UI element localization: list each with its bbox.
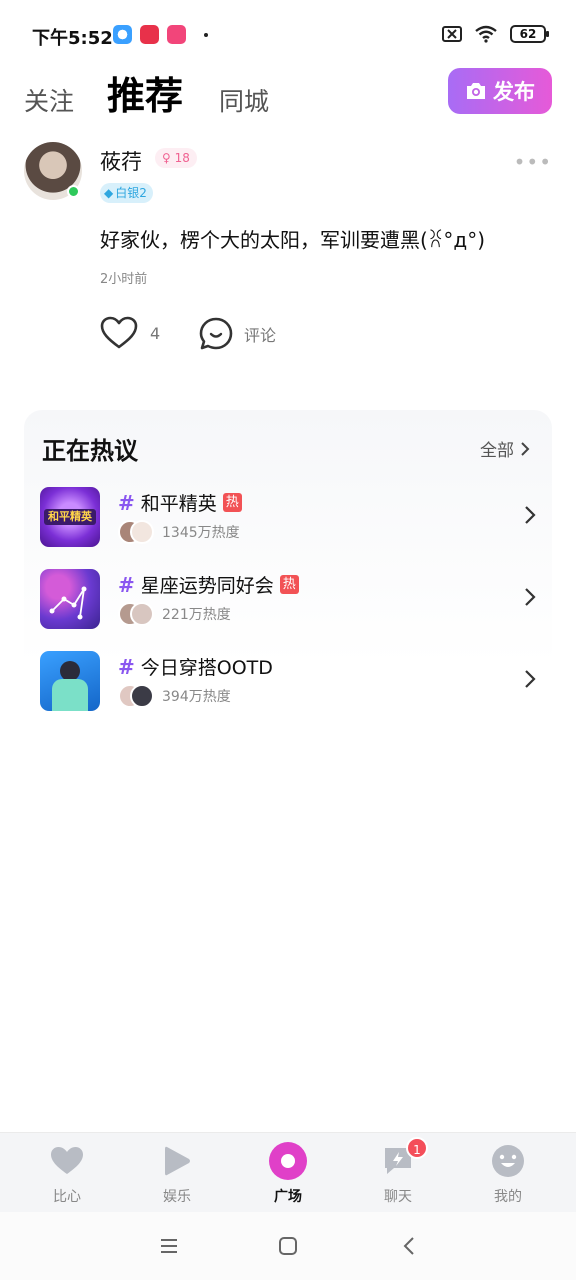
heart-outline-icon <box>100 316 138 349</box>
video-app-icon <box>167 25 186 44</box>
topic-name-row: # 和平精英 热 <box>118 489 242 516</box>
notification-dot-icon <box>204 32 208 37</box>
nav-label: 比心 <box>53 1189 81 1205</box>
figure-body <box>52 679 88 711</box>
nav-label: 我的 <box>494 1189 522 1205</box>
nav-item-wode[interactable]: 我的 <box>458 1141 558 1206</box>
participant-avatars <box>118 520 154 544</box>
chevron-right-icon <box>525 588 536 606</box>
all-label: 全部 <box>480 441 514 461</box>
profile-icon <box>488 1141 528 1181</box>
hot-topics-title: 正在热议 <box>42 437 138 465</box>
tab-follow[interactable]: 关注 <box>24 82 74 118</box>
top-tabs: 关注 推荐 同城 发布 <box>24 68 552 128</box>
avatar <box>130 684 154 708</box>
home-icon[interactable] <box>276 1234 300 1258</box>
online-status-dot <box>67 185 80 198</box>
topic-thumbnail <box>40 651 100 711</box>
age-value: 18 <box>174 151 190 165</box>
chevron-right-icon <box>525 506 536 524</box>
topic-name: 今日穿搭OOTD <box>140 657 273 679</box>
post-text: 好家伙，楞个大的太阳，军训要遭黑(ꐦ°д°) <box>100 228 486 252</box>
nav-item-yule[interactable]: 娱乐 <box>127 1141 227 1206</box>
participant-avatars <box>118 684 154 708</box>
hot-topic-item[interactable]: 和平精英 # 和平精英 热 1345万热度 <box>40 487 536 549</box>
comment-button[interactable]: 评论 <box>198 316 276 352</box>
topic-heat: 394万热度 <box>162 689 231 705</box>
like-button[interactable]: 4 <box>100 316 160 350</box>
topic-heat: 221万热度 <box>162 607 231 623</box>
nav-label: 广场 <box>274 1189 302 1205</box>
topic-name-row: # 今日穿搭OOTD <box>118 653 273 680</box>
topic-name-row: # 星座运势同好会 热 <box>118 571 299 598</box>
hot-topics-card: 正在热议 全部 和平精英 # 和平精英 热 1345万热度 # 星座运势同好会 … <box>24 410 552 713</box>
plaza-icon <box>268 1141 308 1181</box>
topic-heat: 1345万热度 <box>162 525 240 541</box>
hashtag-icon: # <box>118 572 135 597</box>
nav-item-guangchang[interactable]: 广场 <box>238 1141 338 1206</box>
hot-topics-all-link[interactable]: 全部 <box>480 436 530 461</box>
status-right: 62 <box>442 25 549 43</box>
unread-badge: 1 <box>406 1137 428 1159</box>
hashtag-icon: # <box>118 490 135 515</box>
post-time: 2小时前 <box>100 272 148 287</box>
hashtag-icon: # <box>118 654 135 679</box>
tab-recommend[interactable]: 推荐 <box>107 65 183 120</box>
avatar <box>130 602 154 626</box>
chevron-right-icon <box>525 670 536 688</box>
avatar <box>130 520 154 544</box>
nav-item-bixin[interactable]: 比心 <box>17 1141 117 1206</box>
nav-label: 娱乐 <box>163 1189 191 1205</box>
browser-app-icon <box>113 25 132 44</box>
battery-indicator: 62 <box>510 25 549 43</box>
thumb-label: 和平精英 <box>44 509 96 525</box>
topic-thumbnail <box>40 569 100 629</box>
chevron-right-icon <box>521 441 530 456</box>
hot-topic-item[interactable]: # 今日穿搭OOTD 394万热度 <box>40 651 536 713</box>
status-app-icons <box>113 25 208 44</box>
age-badge: ♀ 18 <box>155 148 197 168</box>
topic-meta: 221万热度 <box>118 602 231 626</box>
tab-city[interactable]: 同城 <box>219 82 269 118</box>
camera-icon <box>467 83 485 99</box>
more-options-icon[interactable]: ••• <box>514 150 552 174</box>
system-nav-bar <box>0 1212 576 1280</box>
back-icon[interactable] <box>397 1234 421 1258</box>
topic-meta: 1345万热度 <box>118 520 240 544</box>
topic-name: 和平精英 <box>140 493 217 515</box>
wifi-icon <box>475 25 497 43</box>
play-icon <box>157 1141 197 1181</box>
user-name[interactable]: 莜荇 <box>100 146 142 176</box>
game-app-icon <box>140 25 159 44</box>
hot-tag: 热 <box>222 493 242 512</box>
heart-icon <box>47 1141 87 1181</box>
topic-name: 星座运势同好会 <box>140 575 274 597</box>
female-icon: ♀ <box>162 151 171 165</box>
nav-label: 聊天 <box>384 1189 412 1205</box>
topic-thumbnail: 和平精英 <box>40 487 100 547</box>
like-count: 4 <box>150 323 161 343</box>
bottom-nav: 比心 娱乐 广场 1 聊天 我的 <box>0 1132 576 1212</box>
nav-item-liaotian[interactable]: 1 聊天 <box>348 1137 448 1206</box>
participant-avatars <box>118 602 154 626</box>
hot-topic-item[interactable]: # 星座运势同好会 热 221万热度 <box>40 569 536 631</box>
diamond-icon: ◆ <box>104 186 114 200</box>
post-card[interactable]: 莜荇 ♀ 18 ◆ 白银2 ••• 好家伙，楞个大的太阳，军训要遭黑(ꐦ°д°)… <box>24 140 552 360</box>
figure-shape <box>60 661 80 681</box>
constellation-icon <box>49 586 87 620</box>
sim-x-icon <box>442 26 462 42</box>
status-bar: 下午5:52 62 <box>0 0 576 70</box>
topic-meta: 394万热度 <box>118 684 231 708</box>
hot-tag: 热 <box>279 575 299 594</box>
publish-label: 发布 <box>493 80 535 104</box>
menu-icon[interactable] <box>157 1234 181 1258</box>
comment-bubble-icon <box>199 317 233 350</box>
status-time: 下午5:52 <box>32 28 113 49</box>
publish-button[interactable]: 发布 <box>448 68 552 114</box>
comment-label: 评论 <box>244 326 277 345</box>
level-value: 白银2 <box>115 186 147 200</box>
level-badge: ◆ 白银2 <box>100 183 153 203</box>
